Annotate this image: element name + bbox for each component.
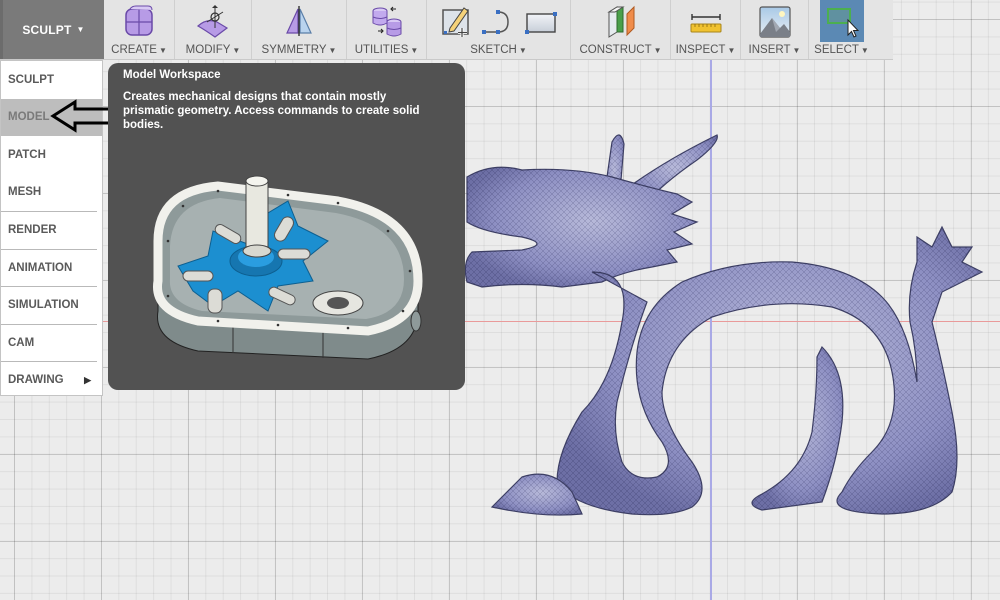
caret-down-icon: ▼ (860, 46, 869, 55)
measure-icon (690, 14, 721, 33)
caret-down-icon: ▼ (232, 46, 241, 55)
caret-down-icon: ▼ (76, 25, 85, 34)
workspace-menu-item-cam[interactable]: CAM (1, 323, 97, 362)
gearbox-preview-image (153, 175, 423, 360)
workspace-menu-item-render[interactable]: RENDER (1, 211, 97, 249)
mesh-wireframe (465, 134, 982, 516)
toolbar-group-label: INSPECT ▼ (675, 44, 736, 56)
caret-down-icon: ▼ (158, 46, 167, 55)
ribbon-toolbar: SCULPT ▼ CREATE ▼ MODIFY ▼ SYMMETRY ▼ UT… (0, 0, 893, 60)
toolbar-group-label: CONSTRUCT ▼ (579, 44, 662, 56)
toolbar-group-label: MODIFY ▼ (185, 44, 241, 56)
rectangle-icon[interactable] (524, 4, 558, 38)
window-select-icon (826, 8, 859, 38)
workspace-switcher-button[interactable]: SCULPT ▼ (0, 0, 104, 59)
caret-down-icon: ▼ (518, 46, 527, 55)
toolbar-group-insert[interactable]: INSERT ▼ (741, 0, 809, 59)
toolbar-group-sketch[interactable]: SKETCH ▼ (427, 0, 571, 59)
select-active-highlight (819, 0, 864, 42)
caret-down-icon: ▼ (653, 46, 662, 55)
workspace-menu-item-animation[interactable]: ANIMATION (1, 248, 97, 287)
caret-down-icon: ▼ (792, 46, 801, 55)
tooltip-description: Creates mechanical designs that contain … (123, 91, 420, 131)
toolbar-group-label: SKETCH ▼ (470, 44, 527, 56)
dragon-mesh-model[interactable] (462, 122, 992, 522)
toolbar-group-construct[interactable]: CONSTRUCT ▼ (571, 0, 671, 59)
toolbar-group-inspect[interactable]: INSPECT ▼ (671, 0, 741, 59)
workspace-menu-item-simulation[interactable]: SIMULATION (1, 286, 97, 324)
caret-down-icon: ▼ (410, 46, 419, 55)
toolbar-group-utilities[interactable]: UTILITIES ▼ (347, 0, 427, 59)
toolbar-group-label: SYMMETRY ▼ (261, 44, 337, 56)
toolbar-group-symmetry[interactable]: SYMMETRY ▼ (252, 0, 347, 59)
chevron-right-icon: ▶ (84, 374, 91, 385)
workspace-menu-item-sculpt[interactable]: SCULPT (1, 61, 102, 99)
image-icon (758, 6, 791, 38)
tooltip-title: Model Workspace (123, 69, 221, 81)
toolbar-group-label: CREATE ▼ (111, 44, 167, 56)
arc-line-icon[interactable] (480, 4, 516, 38)
workspace-menu-item-mesh[interactable]: MESH (1, 174, 102, 212)
workspace-menu-item-patch[interactable]: PATCH (1, 136, 102, 174)
caret-down-icon: ▼ (328, 46, 337, 55)
caret-down-icon: ▼ (727, 46, 736, 55)
edit-form-icon (196, 5, 229, 38)
workspace-menu-item-drawing[interactable]: DRAWING ▶ (1, 361, 97, 399)
toolbar-group-label: UTILITIES ▼ (354, 44, 419, 56)
box-form-icon (125, 5, 153, 36)
create-sketch-icon[interactable] (440, 4, 472, 38)
toolbar-group-modify[interactable]: MODIFY ▼ (175, 0, 252, 59)
workspace-tooltip: Model Workspace Creates mechanical desig… (108, 63, 465, 390)
mirror-icon (286, 6, 312, 36)
toolbar-group-create[interactable]: CREATE ▼ (104, 0, 175, 59)
toolbar-group-select[interactable]: SELECT ▼ (809, 0, 874, 59)
toolbar-group-label: INSERT ▼ (748, 44, 801, 56)
toolbar-group-label: SELECT ▼ (814, 44, 869, 56)
convert-bodies-icon (372, 6, 401, 37)
workspace-label: SCULPT (22, 22, 72, 37)
plane-icon (606, 5, 634, 38)
